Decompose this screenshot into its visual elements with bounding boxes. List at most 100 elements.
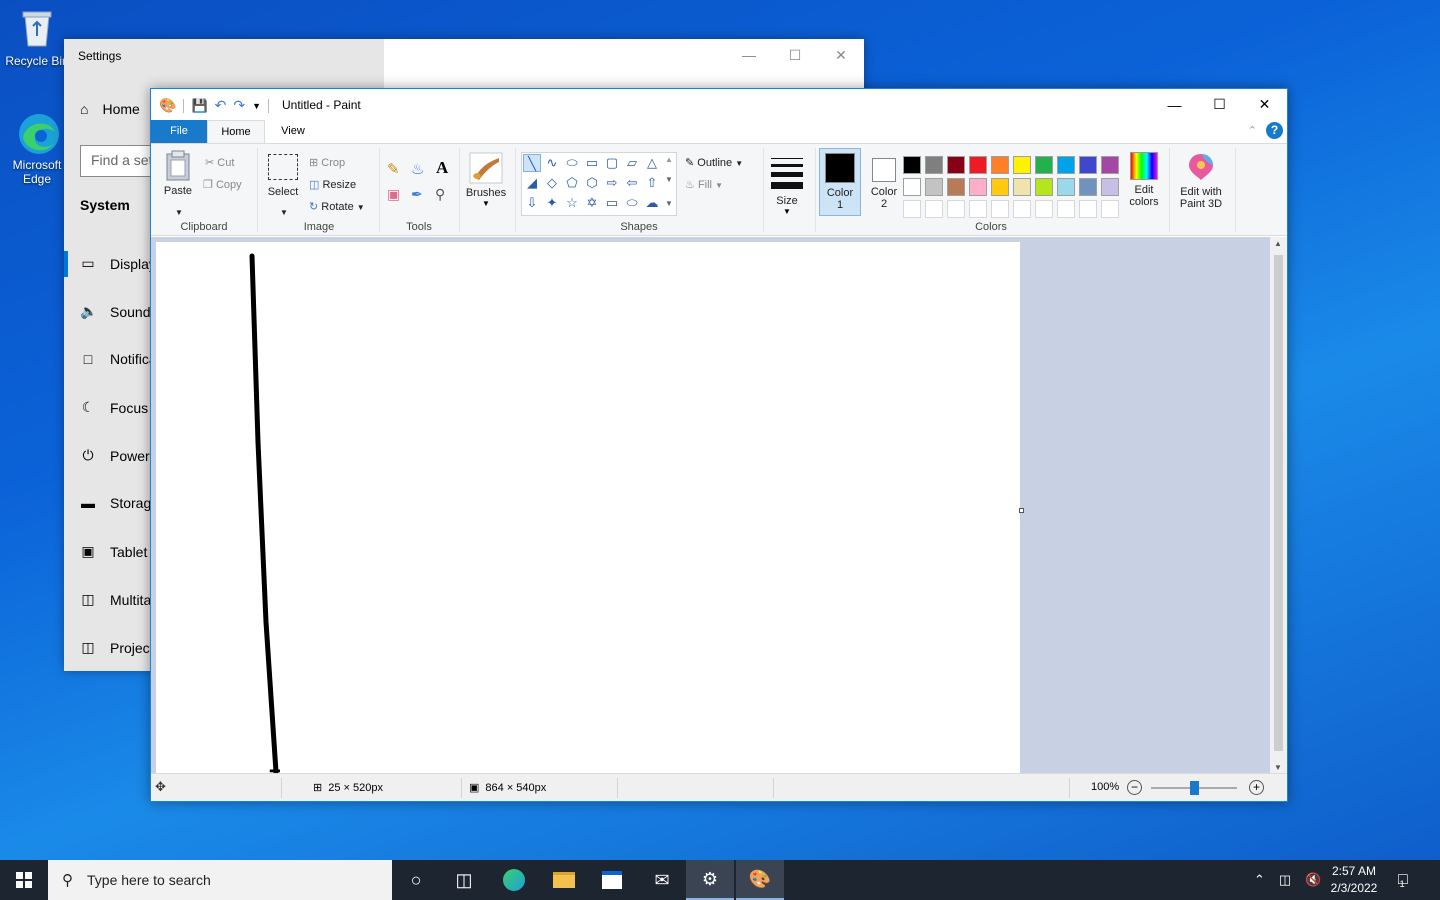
hexagon-shape-icon[interactable]: ⬡ xyxy=(583,174,601,192)
palette-swatch[interactable] xyxy=(1035,178,1053,196)
eraser-icon[interactable]: ▣ xyxy=(387,186,400,203)
zoom-slider-thumb[interactable] xyxy=(1190,781,1199,795)
paste-button[interactable]: Paste xyxy=(161,150,195,208)
clock[interactable]: 2:57 AM 2/3/2022 xyxy=(1320,863,1388,897)
palette-swatch-empty[interactable] xyxy=(903,200,921,218)
minimize-icon[interactable]: — xyxy=(1152,89,1197,120)
palette-swatch[interactable] xyxy=(1079,156,1097,174)
maximize-icon[interactable]: ☐ xyxy=(1197,89,1242,120)
scrollbar-thumb[interactable] xyxy=(1274,255,1283,751)
paint-app-icon[interactable]: 🎨 xyxy=(159,97,176,114)
chevron-up-icon[interactable]: ⌃ xyxy=(1254,872,1265,888)
triangle-shape-icon[interactable]: △ xyxy=(643,154,661,172)
volume-muted-icon[interactable]: 🔇 xyxy=(1305,872,1321,888)
palette-swatch-empty[interactable] xyxy=(991,200,1009,218)
left-arrow-shape-icon[interactable]: ⇦ xyxy=(623,174,641,192)
palette-swatch[interactable] xyxy=(1013,156,1031,174)
oval-shape-icon[interactable]: ⬭ xyxy=(563,154,581,172)
rectangle-shape-icon[interactable]: ▭ xyxy=(583,154,601,172)
palette-swatch[interactable] xyxy=(925,178,943,196)
task-view-icon[interactable]: ◫ xyxy=(440,860,488,900)
brushes-button[interactable]: Brushes ▼ xyxy=(463,152,509,208)
palette-swatch[interactable] xyxy=(991,156,1009,174)
four-point-star-shape-icon[interactable]: ✦ xyxy=(543,194,561,212)
palette-swatch-empty[interactable] xyxy=(947,200,965,218)
color-picker-icon[interactable]: ✒ xyxy=(411,186,423,203)
pentagon-shape-icon[interactable]: ⬠ xyxy=(563,174,581,192)
paint-taskbar-icon[interactable]: 🎨 xyxy=(736,860,784,900)
palette-swatch-empty[interactable] xyxy=(1057,200,1075,218)
palette-swatch[interactable] xyxy=(1057,156,1075,174)
rounded-rectangle-shape-icon[interactable]: ▢ xyxy=(603,154,621,172)
fill-bucket-icon[interactable]: ♨ xyxy=(411,160,424,178)
palette-swatch[interactable] xyxy=(1057,178,1075,196)
line-shape-icon[interactable]: ╲ xyxy=(523,154,541,172)
customize-qa-icon[interactable]: ▼ xyxy=(252,101,261,111)
tab-file[interactable]: File xyxy=(151,120,207,144)
close-icon[interactable]: ✕ xyxy=(818,39,864,71)
curve-shape-icon[interactable]: ∿ xyxy=(543,154,561,172)
palette-swatch-empty[interactable] xyxy=(1035,200,1053,218)
help-icon[interactable]: ? xyxy=(1266,122,1283,139)
desktop-icon-edge[interactable]: Microsoft Edge xyxy=(0,110,74,186)
right-arrow-shape-icon[interactable]: ⇨ xyxy=(603,174,621,192)
scroll-up-icon[interactable]: ▲ xyxy=(1274,239,1282,248)
zoom-out-icon[interactable]: − xyxy=(1127,780,1142,795)
fill-button[interactable]: ♨ Fill ▼ xyxy=(685,178,723,191)
palette-swatch-empty[interactable] xyxy=(925,200,943,218)
shapes-expand-icon[interactable]: ▼ xyxy=(665,199,673,208)
notification-center-button[interactable]: □ 1 xyxy=(1398,860,1408,900)
shapes-scroll-down-icon[interactable]: ▼ xyxy=(665,175,673,184)
save-icon[interactable]: 💾 xyxy=(191,98,207,114)
palette-swatch[interactable] xyxy=(947,156,965,174)
palette-swatch[interactable] xyxy=(1013,178,1031,196)
settings-item-sound[interactable]: 🔈 Sound xyxy=(80,303,150,320)
palette-swatch-empty[interactable] xyxy=(1013,200,1031,218)
cortana-icon[interactable]: ○ xyxy=(392,860,440,900)
palette-swatch[interactable] xyxy=(991,178,1009,196)
vertical-scrollbar[interactable]: ▲ ▼ xyxy=(1270,237,1287,774)
palette-swatch[interactable] xyxy=(903,156,921,174)
file-explorer-icon[interactable] xyxy=(540,860,588,900)
six-point-star-shape-icon[interactable]: ✡ xyxy=(583,194,601,212)
start-button[interactable] xyxy=(0,860,48,900)
settings-item-storage[interactable]: ▬ Storage xyxy=(80,495,159,511)
palette-swatch[interactable] xyxy=(1101,178,1119,196)
right-triangle-shape-icon[interactable]: ◢ xyxy=(523,174,541,192)
palette-swatch[interactable] xyxy=(947,178,965,196)
palette-swatch-empty[interactable] xyxy=(1101,200,1119,218)
mail-icon[interactable]: ✉ xyxy=(638,860,686,900)
copy-button[interactable]: ❐ Copy xyxy=(203,178,242,191)
select-dropdown-icon[interactable]: ▼ xyxy=(280,208,288,217)
settings-taskbar-icon[interactable]: ⚙ xyxy=(686,860,734,900)
crop-button[interactable]: ⊞ Crop xyxy=(309,156,345,169)
network-icon[interactable]: ◫ xyxy=(1279,872,1291,888)
paste-dropdown-icon[interactable]: ▼ xyxy=(175,208,183,217)
edge-taskbar-icon[interactable] xyxy=(490,860,538,900)
store-icon[interactable] xyxy=(588,860,636,900)
drawing-canvas[interactable] xyxy=(156,242,1020,782)
select-button[interactable]: Select xyxy=(265,154,301,198)
redo-icon[interactable]: ↷ xyxy=(233,97,245,114)
five-point-star-shape-icon[interactable]: ☆ xyxy=(563,194,581,212)
size-button[interactable]: Size ▼ xyxy=(769,152,805,216)
tab-home[interactable]: Home xyxy=(207,120,265,144)
edit-colors-button[interactable]: Edit colors xyxy=(1125,152,1163,208)
scroll-down-icon[interactable]: ▼ xyxy=(1274,763,1282,772)
text-tool-icon[interactable]: A xyxy=(436,158,448,178)
maximize-icon[interactable]: ☐ xyxy=(772,39,818,71)
palette-swatch-empty[interactable] xyxy=(1079,200,1097,218)
palette-swatch[interactable] xyxy=(1035,156,1053,174)
desktop-icon-recycle-bin[interactable]: Recycle Bin xyxy=(0,6,74,68)
settings-item-display[interactable]: ▭ Display xyxy=(80,255,156,272)
settings-home-link[interactable]: ⌂ Home xyxy=(80,101,140,117)
cloud-callout-shape-icon[interactable]: ☁ xyxy=(643,194,661,212)
palette-swatch[interactable] xyxy=(969,178,987,196)
palette-swatch-empty[interactable] xyxy=(969,200,987,218)
rect-callout-shape-icon[interactable]: ▭ xyxy=(603,194,621,212)
settings-item-tablet[interactable]: ▣ Tablet xyxy=(80,543,147,560)
palette-swatch[interactable] xyxy=(1101,156,1119,174)
undo-icon[interactable]: ↶ xyxy=(215,97,227,114)
close-icon[interactable]: ✕ xyxy=(1242,89,1287,120)
collapse-ribbon-icon[interactable]: ⌃ xyxy=(1248,124,1257,137)
